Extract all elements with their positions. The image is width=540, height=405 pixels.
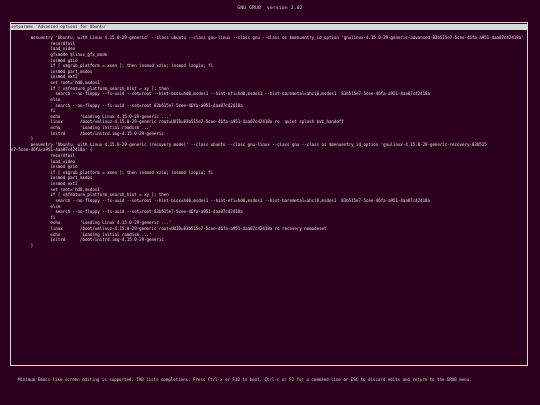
editor-lines: setparams 'Advanced options for Ubuntu' … <box>11 24 527 248</box>
grub-entry-editor[interactable]: setparams 'Advanced options for Ubuntu' … <box>10 22 528 366</box>
grub-header-title: GNU GRUB version 2.02 <box>237 6 303 11</box>
editor-line[interactable]: } <box>11 243 527 249</box>
editor-help-text: Minimum Emacs-like screen editing is sup… <box>18 377 472 382</box>
editor-line[interactable]: menuentry 'Ubuntu, with Linux 4.15.0-29-… <box>11 35 527 41</box>
